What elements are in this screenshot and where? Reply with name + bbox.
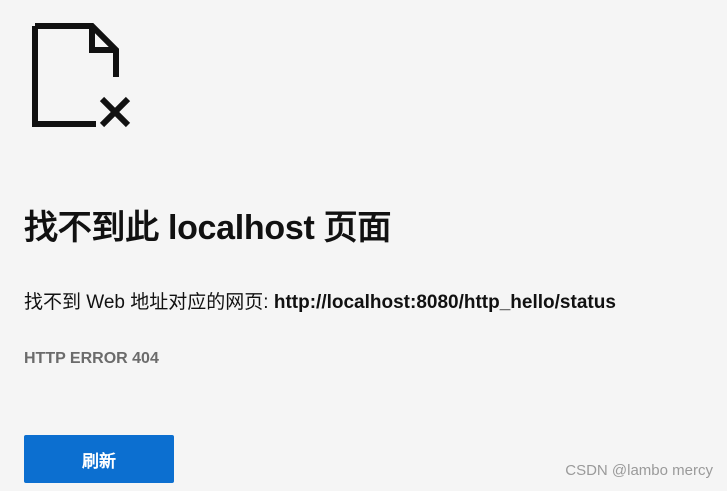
page-title: 找不到此 localhost 页面 — [24, 209, 392, 247]
watermark: CSDN @lambo mercy — [565, 462, 713, 479]
requested-url: http://localhost:8080/http_hello/status — [273, 292, 616, 313]
error-description: 找不到 Web 地址对应的网页: http://localhost:8080/h… — [24, 287, 616, 314]
description-text: 找不到 Web 地址对应的网页: — [24, 292, 274, 313]
error-code: HTTP ERROR 404 — [24, 350, 159, 367]
error-page: 找不到此 localhost 页面 找不到 Web 地址对应的网页: http:… — [0, 0, 727, 491]
refresh-button[interactable]: 刷新 — [24, 435, 174, 483]
file-not-found-icon — [32, 23, 131, 128]
